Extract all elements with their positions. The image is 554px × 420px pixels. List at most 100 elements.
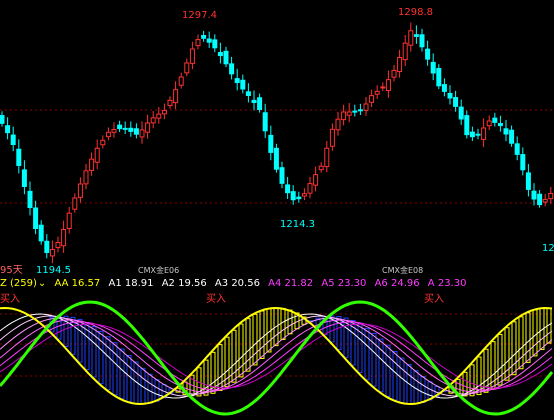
candle-body <box>10 134 16 146</box>
candle-body <box>290 191 296 201</box>
candle-body <box>139 129 145 138</box>
indicator-chart-pane[interactable]: 买入 买入 买入 <box>0 292 554 420</box>
candle-body <box>397 57 403 73</box>
contract-tag-1: CMX金E06 <box>138 265 179 275</box>
candle-body <box>178 76 184 86</box>
param-a1: A1 18.91 <box>108 278 154 289</box>
candle-body <box>509 129 515 144</box>
candle-body <box>497 123 503 127</box>
candle-body <box>380 86 386 89</box>
indicator-bar <box>385 344 391 398</box>
candle-body <box>212 39 218 49</box>
candle-body <box>385 79 391 92</box>
candle-body <box>469 131 475 138</box>
candle-body <box>273 147 279 170</box>
candle-body <box>184 62 190 74</box>
param-a2: A2 19.56 <box>161 278 207 289</box>
candle-body <box>329 128 335 147</box>
candle-body <box>481 127 487 140</box>
candle-body <box>201 35 207 39</box>
indicator-bar <box>105 336 111 391</box>
indicator-bar <box>119 348 125 400</box>
candle-body <box>145 122 151 133</box>
candle-body <box>27 190 33 208</box>
candlesticks <box>0 22 554 264</box>
indicator-bar <box>378 338 384 393</box>
indicator-bar <box>154 379 160 402</box>
chevron-down-icon[interactable]: ⌄ <box>38 278 46 289</box>
indicator-bar <box>371 332 377 387</box>
indicator-header: Z (259)⌄ AA 16.57 A1 18.91 A2 19.56 A3 2… <box>0 276 554 292</box>
signal-label-3: 买入 <box>424 293 444 305</box>
price-chart-pane[interactable]: 1297.4 1298.8 1194.5 1214.3 126 95天 CMX金… <box>0 0 554 277</box>
candle-body <box>38 224 44 242</box>
candle-body <box>441 84 447 92</box>
indicator-bar <box>504 327 510 381</box>
candle-body <box>346 111 352 116</box>
candle-body <box>425 48 431 60</box>
indicator-bar <box>147 373 153 404</box>
candle-body <box>503 128 509 135</box>
candle-body <box>94 147 100 163</box>
candle-body <box>542 198 548 203</box>
candle-body <box>49 249 55 257</box>
indicator-bar <box>245 318 251 372</box>
indicator-bar <box>112 342 118 396</box>
indicator-name[interactable]: Z (259) <box>0 278 37 289</box>
param-a3: A3 20.56 <box>214 278 260 289</box>
candle-body <box>307 183 313 194</box>
candle-body <box>61 229 67 247</box>
indicator-bar <box>126 354 132 403</box>
green-line <box>0 300 554 416</box>
indicator-bar <box>532 309 538 357</box>
candle-body <box>223 50 229 65</box>
param-aa: AA 16.57 <box>54 278 101 289</box>
candle-body <box>391 69 397 78</box>
candle-body <box>21 169 27 187</box>
candle-body <box>161 109 167 115</box>
candle-body <box>257 97 263 110</box>
candle-body <box>44 240 50 254</box>
candle-body <box>464 115 470 136</box>
candle-body <box>217 52 223 57</box>
indicator-bar <box>252 313 258 366</box>
candle-body <box>16 148 22 167</box>
candle-body <box>313 174 319 186</box>
right-edge-price-label: 126 <box>542 243 554 254</box>
high-price-label-1: 1297.4 <box>182 10 217 21</box>
candle-body <box>77 183 83 198</box>
signal-label-2: 买入 <box>206 293 226 305</box>
candle-body <box>413 34 419 37</box>
candle-body <box>133 128 139 135</box>
indicator-bar <box>238 323 244 378</box>
indicator-bar <box>336 315 342 351</box>
indicator-bar <box>56 315 62 340</box>
candle-body <box>341 111 347 121</box>
candle-body <box>195 39 201 47</box>
candle-body <box>357 109 363 112</box>
candle-body <box>128 127 134 132</box>
candle-body <box>301 193 307 197</box>
param-a6: A6 24.96 <box>374 278 420 289</box>
candle-body <box>268 134 274 153</box>
candle-body <box>100 139 106 146</box>
low-price-label-2: 1214.3 <box>280 219 315 230</box>
candle-body <box>66 212 72 230</box>
candle-body <box>33 207 39 229</box>
indicator-bar <box>259 310 265 359</box>
candle-body <box>475 133 481 136</box>
candle-body <box>318 165 324 171</box>
candle-body <box>72 197 78 210</box>
candle-body <box>240 79 246 90</box>
candle-body <box>189 48 195 64</box>
indicator-bar <box>280 307 286 340</box>
candle-body <box>89 158 95 171</box>
candle-body <box>55 242 61 249</box>
contract-tag-2: CMX金E08 <box>382 265 423 275</box>
candle-body <box>245 91 251 96</box>
candle-body <box>206 38 212 43</box>
indicator-bar <box>525 312 531 363</box>
candle-body <box>548 192 554 200</box>
candle-body <box>167 99 173 107</box>
candle-body <box>0 115 5 124</box>
